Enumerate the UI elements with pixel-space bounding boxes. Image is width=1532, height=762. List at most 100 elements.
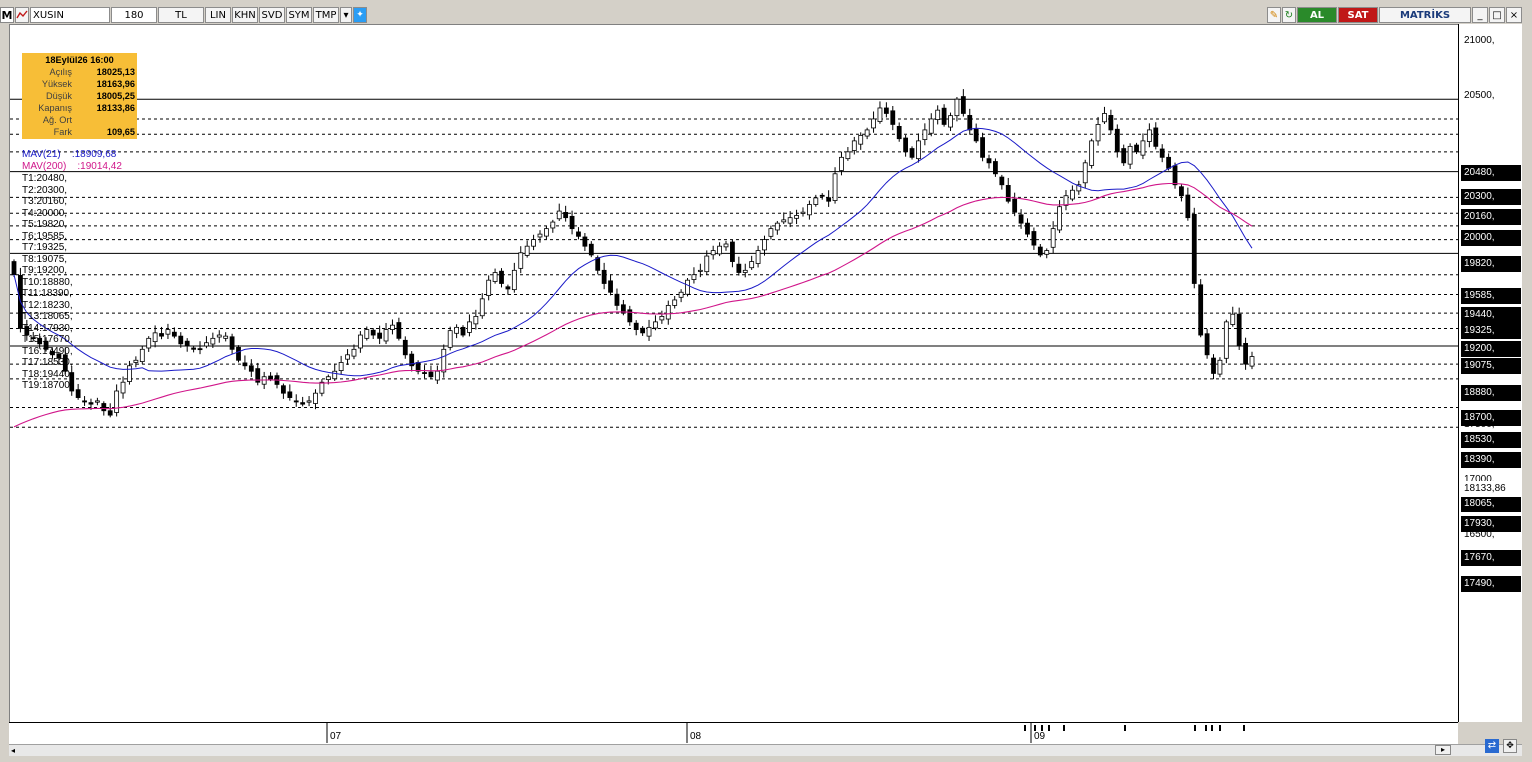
trend-level-item: T13:18065, xyxy=(22,311,73,322)
sync-icon[interactable]: ⇄ xyxy=(1485,739,1499,753)
trend-level-item: T2:20300, xyxy=(22,184,68,196)
time-axis[interactable]: 07 08 09 xyxy=(9,722,1458,744)
trend-level-item: T19:18700, xyxy=(22,380,73,391)
trend-level-item: T12:18230, xyxy=(22,299,73,311)
candle-down xyxy=(1204,333,1210,356)
candle-up xyxy=(877,107,883,122)
scale-sym-button[interactable]: SYM xyxy=(286,7,312,23)
app-logo[interactable]: M xyxy=(0,7,14,23)
candle-up xyxy=(800,211,806,214)
scale-khn-button[interactable]: KHN xyxy=(232,7,258,23)
candle-up xyxy=(351,348,357,357)
candle-down xyxy=(640,327,646,334)
pencil-icon[interactable]: ✎ xyxy=(1267,7,1281,23)
trend-level-item: T14:17930, xyxy=(22,322,73,334)
price-axis[interactable]: 21500,21000,20500,17500,17000,16500,2048… xyxy=(1458,24,1522,722)
candle-down xyxy=(993,161,998,175)
candle-up xyxy=(1063,195,1069,206)
candle-up xyxy=(216,334,222,338)
candle-down xyxy=(903,137,909,153)
candle-up xyxy=(710,250,716,256)
event-markers xyxy=(1024,725,1245,731)
candle-up xyxy=(325,376,331,380)
candle-down xyxy=(736,263,742,273)
candle-down xyxy=(11,261,17,276)
candle-up xyxy=(845,151,851,160)
trend-level-item: T6:19585, xyxy=(22,230,68,242)
candle-down xyxy=(107,410,113,416)
candle-up xyxy=(749,261,755,269)
scale-tmp-button[interactable]: TMP xyxy=(313,7,339,23)
scroll-right-icon[interactable]: ▸ xyxy=(1435,745,1451,755)
info-row: Ağ. Ort xyxy=(24,114,135,126)
candle-down xyxy=(236,346,241,361)
candle-up xyxy=(146,337,152,349)
candle-down xyxy=(370,329,376,336)
candle-up xyxy=(345,354,350,360)
maximize-icon[interactable]: □ xyxy=(1489,7,1505,23)
candle-up xyxy=(717,245,722,255)
candle-up xyxy=(659,315,665,321)
trend-level-item: T3:20160, xyxy=(22,196,68,207)
info-date: 18Eylül26 16:00 xyxy=(45,55,114,65)
candle-up xyxy=(133,359,139,363)
refresh-icon[interactable]: ↻ xyxy=(1282,7,1296,23)
scroll-left-icon[interactable]: ◂ xyxy=(11,746,15,755)
level-price-box: 19325, xyxy=(1461,323,1521,339)
candle-down xyxy=(242,362,248,367)
matriks-button[interactable]: MATRİKS xyxy=(1379,7,1471,23)
trend-level-item: T17:18530, xyxy=(22,357,73,368)
candle-down xyxy=(75,389,81,398)
candle-up xyxy=(935,109,941,120)
last-price-box: 18133,86 xyxy=(1461,481,1521,497)
candle-down xyxy=(1025,222,1030,235)
candle-up xyxy=(524,245,530,256)
chart-canvas[interactable] xyxy=(10,25,1459,723)
info-value: 18005,25 xyxy=(96,91,135,101)
candle-up xyxy=(1082,162,1088,184)
twitter-icon[interactable]: ✦ xyxy=(353,7,367,23)
currency-button[interactable]: TL xyxy=(158,7,204,23)
close-icon[interactable]: × xyxy=(1506,7,1522,23)
trend-level-item: T5:19820, xyxy=(22,219,68,230)
trend-level-item: T18:19440, xyxy=(22,368,73,380)
candle-up xyxy=(646,326,652,337)
sell-button[interactable]: SAT xyxy=(1338,7,1378,23)
candle-up xyxy=(858,134,864,145)
trend-level-item: T11:18390, xyxy=(22,288,72,299)
candle-down xyxy=(601,269,607,284)
info-value: 18025,13 xyxy=(96,67,135,77)
mav-legend: MAV(21) :18909,68 MAV(200) :19014,42 xyxy=(22,149,122,173)
scale-lin-button[interactable]: LIN xyxy=(205,7,231,23)
level-price-box: 19440, xyxy=(1461,307,1521,323)
candle-up xyxy=(447,330,453,348)
candle-up xyxy=(434,370,440,381)
period-input[interactable]: 180 xyxy=(111,7,157,23)
candle-up xyxy=(319,381,325,394)
candle-up xyxy=(1140,140,1146,156)
candle-down xyxy=(1211,357,1216,374)
candle-down xyxy=(422,372,427,374)
candle-down xyxy=(396,322,402,339)
buy-button[interactable]: AL xyxy=(1297,7,1337,23)
y-tick-label: 21000, xyxy=(1464,35,1495,47)
chart-type-icon[interactable] xyxy=(15,7,29,23)
minimize-icon[interactable]: _ xyxy=(1472,7,1488,23)
candle-up xyxy=(928,118,934,134)
candle-up xyxy=(454,326,460,334)
scale-svd-button[interactable]: SVD xyxy=(259,7,285,23)
candle-up xyxy=(781,219,787,223)
candle-down xyxy=(1198,284,1204,336)
candle-down xyxy=(428,371,434,378)
price-chart[interactable]: 18Eylül26 16:00 Açılış 18025,13 Yüksek 181… xyxy=(9,24,1459,723)
horizontal-scrollbar[interactable]: ◂ ▸ ⇄ ✥ xyxy=(9,739,1522,756)
dropdown-arrow-icon[interactable]: ▾ xyxy=(340,7,352,23)
candle-down xyxy=(896,125,902,140)
info-value: 18163,96 xyxy=(96,79,135,89)
level-price-box: 20160, xyxy=(1461,209,1521,225)
crosshair-icon[interactable]: ✥ xyxy=(1503,739,1517,753)
candle-down xyxy=(460,326,466,336)
symbol-input[interactable]: XUSIN xyxy=(30,7,110,23)
trend-level-item: T16:17490, xyxy=(22,345,73,357)
candle-up xyxy=(338,362,344,371)
